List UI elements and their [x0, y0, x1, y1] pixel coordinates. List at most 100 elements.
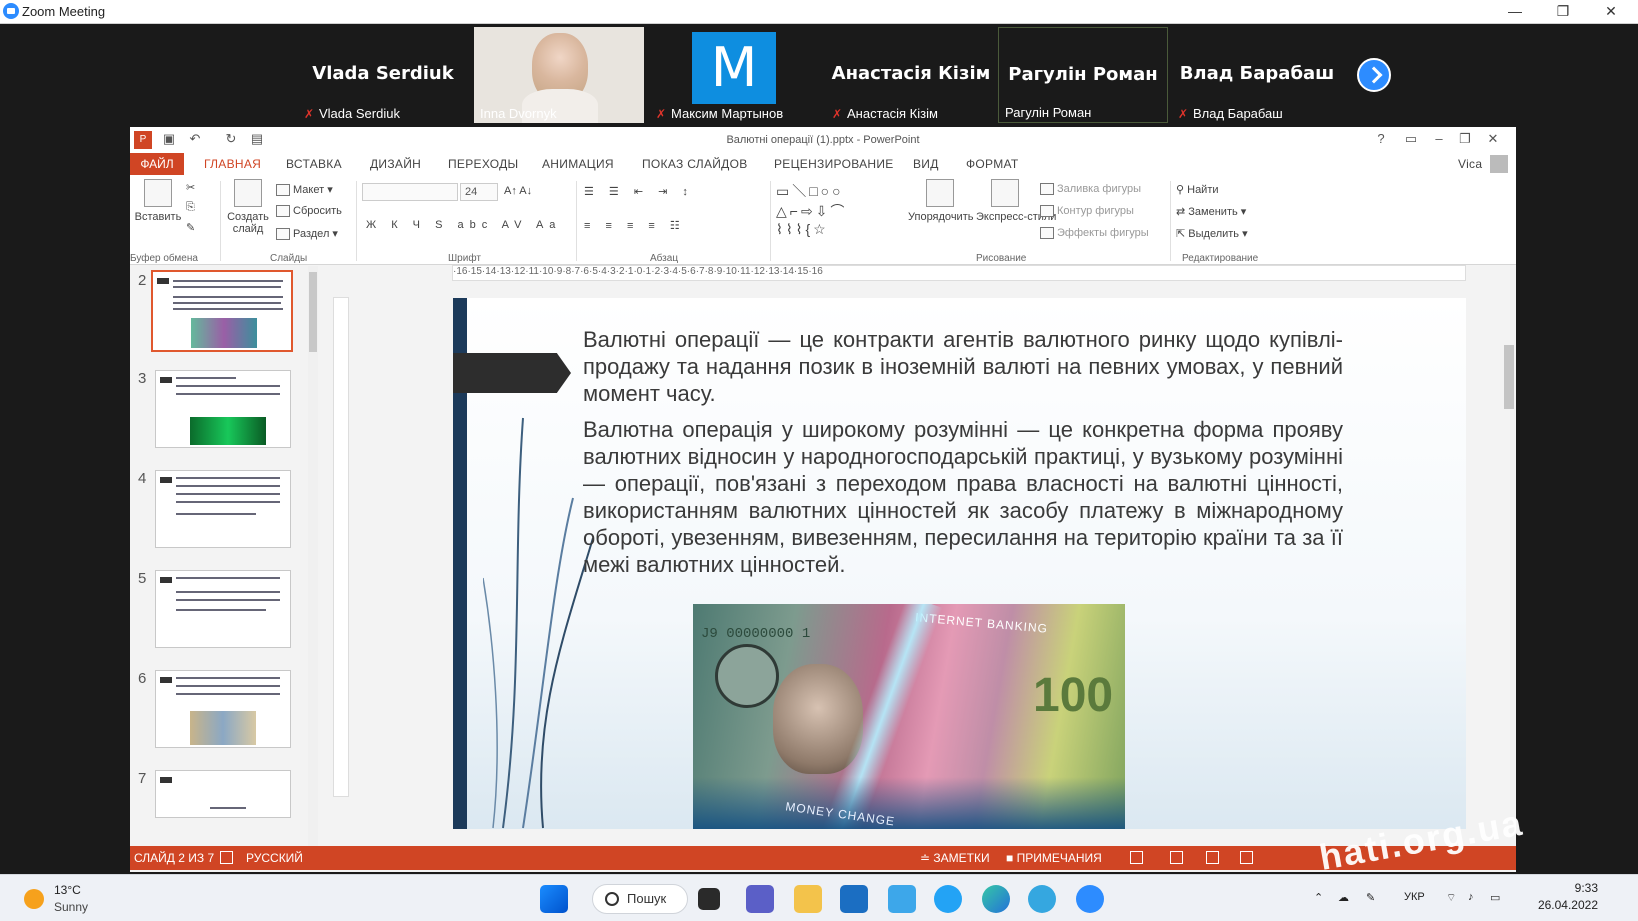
- slide-thumbnail[interactable]: [151, 270, 293, 352]
- replace-button[interactable]: ⇄ Заменить ▾: [1176, 205, 1246, 218]
- user-avatar[interactable]: [1490, 155, 1508, 173]
- tab-slideshow[interactable]: ПОКАЗ СЛАЙДОВ: [642, 157, 748, 171]
- tab-transitions[interactable]: ПЕРЕХОДЫ: [448, 157, 518, 171]
- cut-icon[interactable]: ✂: [186, 181, 195, 194]
- minimize-button[interactable]: —: [1492, 0, 1538, 24]
- find-button[interactable]: ⚲ Найти: [1176, 183, 1219, 196]
- skype-icon[interactable]: [934, 885, 962, 913]
- shapes-gallery[interactable]: ▭＼□○○: [776, 181, 844, 201]
- section-button[interactable]: Раздел ▾: [276, 227, 338, 241]
- tab-design[interactable]: ДИЗАЙН: [370, 157, 421, 171]
- pp-minimize-button[interactable]: –: [1430, 131, 1448, 149]
- tab-review[interactable]: РЕЦЕНЗИРОВАНИЕ: [774, 157, 894, 171]
- pp-restore-button[interactable]: ❐: [1456, 131, 1474, 149]
- arrange-button[interactable]: Упорядочить: [908, 179, 973, 223]
- thumbnails-scrollbar[interactable]: [308, 266, 318, 856]
- clock[interactable]: 9:33 26.04.2022: [1534, 880, 1598, 914]
- list-buttons[interactable]: ☰ ☰ ⇤ ⇥ ↕: [584, 185, 694, 198]
- format-painter-icon[interactable]: ✎: [186, 221, 195, 234]
- scrollbar-thumb[interactable]: [309, 272, 317, 352]
- reading-view-icon[interactable]: [1206, 851, 1219, 864]
- normal-view-icon[interactable]: [1130, 851, 1143, 864]
- slide-thumbnail[interactable]: [155, 670, 291, 748]
- tab-home[interactable]: ГЛАВНАЯ: [204, 157, 261, 171]
- font-format-buttons[interactable]: Ж К Ч S abc AV Aa: [366, 219, 561, 231]
- store-icon[interactable]: [840, 885, 868, 913]
- quick-styles-button[interactable]: Экспресс-стили: [976, 179, 1056, 223]
- slide-thumbnail[interactable]: [155, 370, 291, 448]
- slide-thumbnail[interactable]: [155, 570, 291, 648]
- participant-tile[interactable]: Vlada Serdiuk ✗ Vlada Serdiuk: [298, 27, 468, 123]
- slide-counter: СЛАЙД 2 ИЗ 7: [134, 851, 215, 865]
- thumbnail-number: 6: [138, 670, 147, 687]
- maximize-button[interactable]: ❐: [1540, 0, 1586, 24]
- telegram-icon[interactable]: [1028, 885, 1056, 913]
- edge-icon[interactable]: [982, 885, 1010, 913]
- paste-button[interactable]: Вставить: [134, 179, 182, 223]
- language-tray[interactable]: УКР: [1404, 891, 1425, 903]
- slideshow-view-icon[interactable]: [1240, 851, 1253, 864]
- font-size-select[interactable]: 24: [460, 183, 498, 201]
- participant-label: ✗ Vlada Serdiuk: [304, 106, 400, 121]
- shapes-gallery-row2[interactable]: △⌐⇨⇩⌒: [776, 201, 847, 221]
- reset-button[interactable]: Сбросить: [276, 205, 342, 218]
- ribbon-display-icon[interactable]: ▭: [1402, 131, 1420, 149]
- language-indicator[interactable]: РУССКИЙ: [246, 851, 303, 865]
- user-name[interactable]: Vica: [1458, 157, 1482, 171]
- scrollbar-thumb[interactable]: [1504, 345, 1514, 409]
- layout-button[interactable]: Макет ▾: [276, 183, 333, 197]
- tab-view[interactable]: ВИД: [913, 157, 939, 171]
- zoom-app-icon[interactable]: [1076, 885, 1104, 913]
- shape-fill-button[interactable]: Заливка фигуры: [1040, 183, 1141, 196]
- select-button[interactable]: ⇱ Выделить ▾: [1176, 227, 1248, 240]
- font-family-select[interactable]: [362, 183, 458, 201]
- slide-thumbnail[interactable]: [155, 770, 291, 818]
- file-explorer-icon[interactable]: [794, 885, 822, 913]
- tab-insert[interactable]: ВСТАВКА: [286, 157, 342, 171]
- ribbon-tabs: ФАЙЛ ГЛАВНАЯ ВСТАВКА ДИЗАЙН ПЕРЕХОДЫ АНИ…: [130, 153, 1516, 175]
- app-icon[interactable]: [888, 885, 916, 913]
- align-buttons[interactable]: ≡ ≡ ≡ ≡ ☷: [584, 219, 686, 232]
- tab-animations[interactable]: АНИМАЦИЯ: [542, 157, 614, 171]
- start-icon[interactable]: [540, 885, 568, 913]
- pp-close-button[interactable]: ✕: [1484, 131, 1502, 149]
- battery-icon[interactable]: ▭: [1490, 891, 1500, 904]
- help-icon[interactable]: ?: [1372, 131, 1390, 149]
- slide-thumbnail[interactable]: [155, 470, 291, 548]
- thumbnail-shape: [157, 278, 169, 284]
- next-participants-button[interactable]: [1357, 58, 1391, 92]
- shape-effects-button[interactable]: Эффекты фигуры: [1040, 227, 1149, 240]
- tab-format[interactable]: ФОРМАТ: [966, 157, 1019, 171]
- shape-outline-button[interactable]: Контур фигуры: [1040, 205, 1134, 218]
- participant-tile[interactable]: Анастасія Кізім ✗ Анастасія Кізім: [826, 27, 996, 123]
- pen-icon[interactable]: ✎: [1366, 891, 1375, 904]
- shapes-gallery-row3[interactable]: ⌇⌇⌇{☆: [776, 221, 829, 238]
- copy-icon[interactable]: ⎘: [186, 201, 195, 214]
- weather-temperature[interactable]: 13°C: [54, 883, 81, 897]
- participant-tile[interactable]: M ✗ Максим Мартынов: [650, 27, 820, 123]
- onedrive-icon[interactable]: ☁: [1338, 891, 1349, 904]
- comments-label: ПРИМЕЧАНИЯ: [1016, 851, 1102, 865]
- participant-video-tile[interactable]: Inna Dvornyk: [474, 27, 644, 123]
- zoom-titlebar: Zoom Meeting — ❐ ✕: [0, 0, 1638, 24]
- new-slide-button[interactable]: Создать слайд: [224, 179, 272, 235]
- tray-overflow-icon[interactable]: ⌃: [1314, 891, 1323, 904]
- slide-scrollbar[interactable]: [1502, 265, 1516, 855]
- slide-canvas[interactable]: Валютні операції — це контракти агентів …: [453, 298, 1466, 829]
- volume-icon[interactable]: ♪: [1468, 891, 1474, 903]
- grow-font-icon[interactable]: A↑ A↓: [504, 185, 532, 197]
- chat-icon[interactable]: [746, 885, 774, 913]
- participant-tile[interactable]: Влад Барабаш ✗ Влад Барабаш: [1172, 27, 1342, 123]
- participant-tile-active[interactable]: Рагулін Роман Рагулін Роман: [998, 27, 1168, 123]
- task-view-icon[interactable]: [698, 888, 720, 910]
- notes-button[interactable]: ≐ ЗАМЕТКИ: [920, 851, 990, 865]
- slide-sorter-icon[interactable]: [1170, 851, 1183, 864]
- wifi-icon[interactable]: ⌔: [1446, 891, 1456, 905]
- weather-sun-icon[interactable]: [24, 889, 44, 909]
- tab-file[interactable]: ФАЙЛ: [130, 153, 184, 175]
- weather-condition[interactable]: Sunny: [54, 900, 88, 914]
- close-button[interactable]: ✕: [1588, 0, 1634, 24]
- comments-button[interactable]: ■ ПРИМЕЧАНИЯ: [1006, 851, 1102, 865]
- taskbar-search[interactable]: Пошук: [592, 884, 688, 914]
- spellcheck-icon[interactable]: [220, 851, 233, 864]
